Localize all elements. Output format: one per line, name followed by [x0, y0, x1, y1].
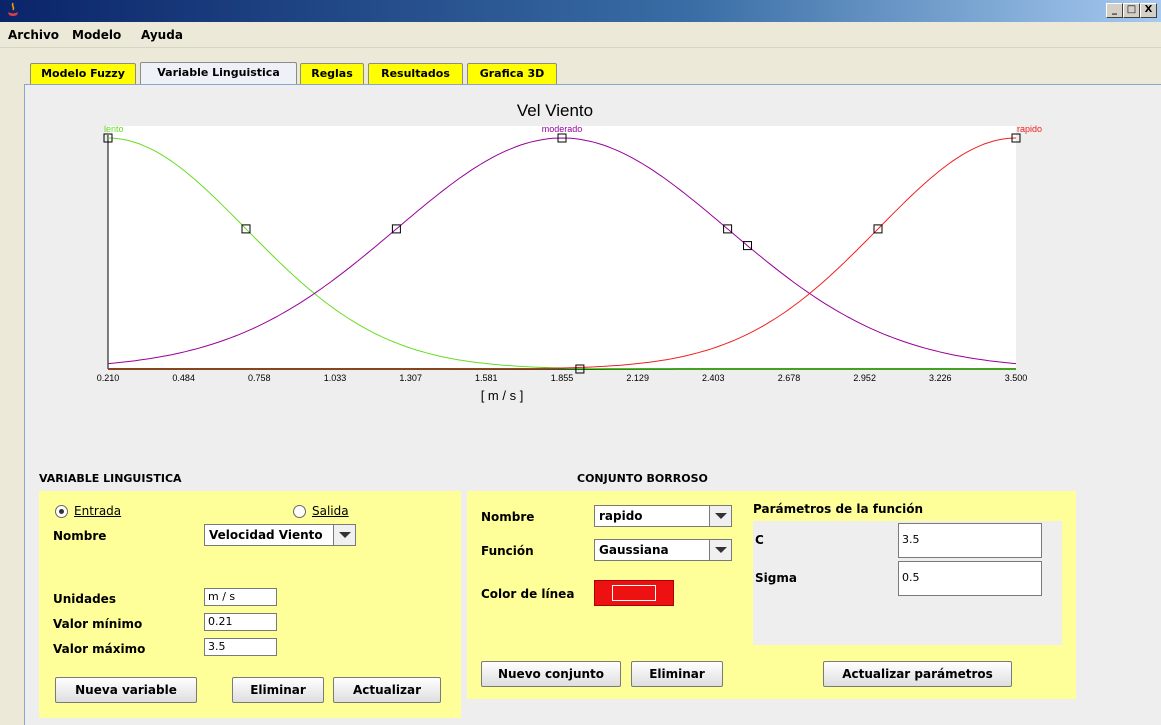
x-tick-label: 3.500	[1005, 373, 1028, 383]
series-label-moderado: moderado	[542, 124, 583, 134]
series-label-lento: lento	[104, 124, 124, 134]
min-value-label: Valor mínimo	[53, 617, 143, 631]
tab-reglas[interactable]: Reglas	[300, 63, 364, 85]
params-panel: C 3.5 Sigma 0.5	[753, 521, 1062, 645]
entrada-label[interactable]: Entrada	[74, 504, 121, 518]
delete-variable-button[interactable]: Eliminar	[232, 677, 324, 703]
conjunto-section-title: CONJUNTO BORROSO	[577, 472, 708, 485]
title-bar: _ □ X	[0, 0, 1161, 22]
nombre-label: Nombre	[53, 529, 107, 543]
update-variable-button[interactable]: Actualizar	[333, 677, 441, 703]
x-tick-label: 1.033	[324, 373, 347, 383]
variable-name-value: Velocidad Viento	[209, 528, 323, 542]
menu-archivo[interactable]: Archivo	[8, 28, 59, 42]
menu-bar: Archivo Modelo Ayuda	[0, 22, 1161, 48]
x-tick-label: 0.758	[248, 373, 271, 383]
conjunto-nombre-label: Nombre	[481, 510, 535, 524]
chevron-down-icon[interactable]	[709, 540, 731, 560]
color-swatch-inner	[612, 585, 656, 601]
membership-chart: Vel Viento lento moderado rapido 0.210 0.48…	[97, 101, 1042, 403]
close-button[interactable]: X	[1140, 3, 1157, 18]
funcion-label: Función	[481, 544, 534, 558]
max-value-field[interactable]: 3.5	[204, 638, 277, 656]
chevron-down-icon[interactable]	[333, 525, 355, 545]
funcion-value: Gaussiana	[599, 543, 669, 557]
param-c-label: C	[755, 533, 764, 547]
param-sigma-label: Sigma	[755, 571, 797, 585]
minimize-button[interactable]: _	[1106, 3, 1123, 18]
maximize-button[interactable]: □	[1123, 3, 1140, 18]
conjunto-name-value: rapido	[599, 509, 643, 523]
x-tick-label: 0.210	[97, 373, 120, 383]
conjunto-box: Nombre rapido Función Gaussiana Color de…	[467, 491, 1076, 699]
x-tick-label: 2.129	[626, 373, 649, 383]
menu-ayuda[interactable]: Ayuda	[141, 28, 183, 42]
param-sigma-field[interactable]: 0.5	[898, 561, 1042, 596]
tab-modelo-fuzzy[interactable]: Modelo Fuzzy	[30, 63, 136, 85]
tab-grafica-3d[interactable]: Grafica 3D	[467, 63, 557, 85]
series-label-rapido: rapido	[1017, 124, 1042, 134]
funcion-combo[interactable]: Gaussiana	[594, 539, 732, 561]
x-tick-label: 1.307	[399, 373, 422, 383]
chart-title: Vel Viento	[517, 101, 593, 120]
param-c-field[interactable]: 3.5	[898, 523, 1042, 558]
x-axis-label: [ m / s ]	[481, 388, 524, 403]
x-tick-label: 1.581	[475, 373, 498, 383]
x-tick-label: 2.678	[778, 373, 801, 383]
x-tick-label: 3.226	[929, 373, 952, 383]
x-tick-label: 2.952	[853, 373, 876, 383]
min-value-field[interactable]: 0.21	[204, 613, 277, 631]
x-tick-label: 0.484	[172, 373, 195, 383]
java-app-icon	[8, 2, 18, 16]
tab-variable-linguistica[interactable]: Variable Linguistica	[140, 62, 297, 85]
chevron-down-icon[interactable]	[709, 506, 731, 526]
new-variable-button[interactable]: Nueva variable	[55, 677, 197, 703]
variable-name-combo[interactable]: Velocidad Viento	[204, 524, 356, 546]
params-title: Parámetros de la función	[753, 502, 924, 516]
new-set-button[interactable]: Nuevo conjunto	[481, 661, 621, 687]
tab-resultados[interactable]: Resultados	[368, 63, 463, 85]
variable-panel: Vel Viento lento moderado rapido 0.210 0.48…	[24, 84, 1161, 725]
variable-box: Entrada Salida Nombre Velocidad Viento U…	[39, 491, 461, 718]
max-value-label: Valor máximo	[53, 642, 146, 656]
line-color-swatch[interactable]	[594, 580, 674, 606]
x-tick-label: 2.403	[702, 373, 725, 383]
update-params-button[interactable]: Actualizar parámetros	[823, 661, 1012, 687]
salida-radio[interactable]	[293, 505, 306, 518]
entrada-radio[interactable]	[55, 505, 68, 518]
conjunto-name-combo[interactable]: rapido	[594, 505, 732, 527]
delete-set-button[interactable]: Eliminar	[631, 661, 723, 687]
menu-modelo[interactable]: Modelo	[72, 28, 121, 42]
unidades-label: Unidades	[53, 592, 116, 606]
x-tick-label: 1.855	[551, 373, 574, 383]
salida-label[interactable]: Salida	[312, 504, 349, 518]
unidades-field[interactable]: m / s	[204, 588, 277, 606]
color-label: Color de línea	[481, 587, 575, 601]
variable-section-title: VARIABLE LINGUISTICA	[39, 472, 182, 485]
